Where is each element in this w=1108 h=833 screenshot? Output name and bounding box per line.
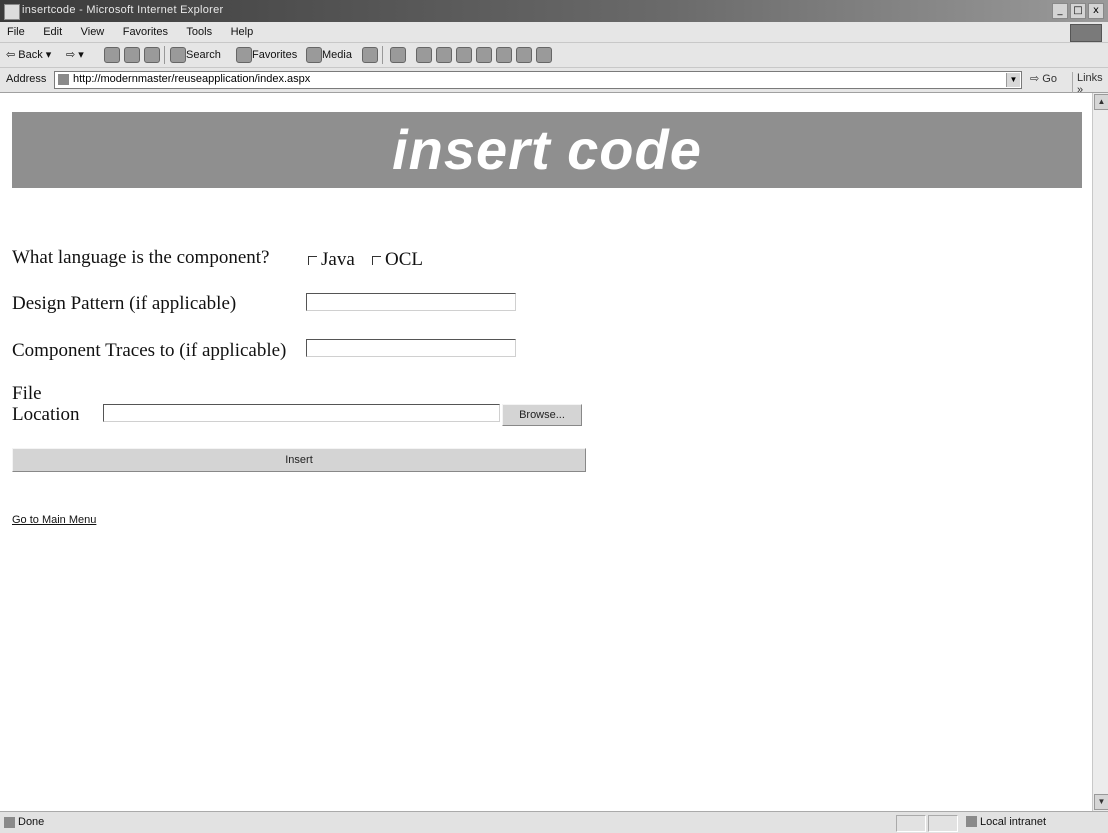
- design-pattern-label: Design Pattern (if applicable): [12, 293, 237, 314]
- ie-app-icon: [4, 4, 20, 20]
- menu-help[interactable]: Help: [224, 22, 261, 42]
- menu-view[interactable]: View: [74, 22, 112, 42]
- history-icon[interactable]: [362, 47, 378, 63]
- page-title: insert code: [392, 118, 702, 181]
- favorites-icon[interactable]: [236, 47, 252, 63]
- maximize-button[interactable]: □: [1070, 3, 1086, 19]
- toolbar: ⇦ Back ▾ ⇨ ▾ Search Favorites Media: [0, 43, 1108, 68]
- intranet-icon: [966, 816, 977, 827]
- back-button[interactable]: ⇦ Back ▾: [6, 47, 51, 63]
- component-traces-label: Component Traces to (if applicable): [12, 340, 287, 361]
- status-bar: Done Local intranet: [0, 811, 1108, 833]
- menu-tools[interactable]: Tools: [179, 22, 219, 42]
- address-bar: Address http://modernmaster/reuseapplica…: [0, 68, 1108, 96]
- status-text: Done: [18, 816, 45, 828]
- radio-java[interactable]: Java: [308, 249, 355, 271]
- discuss-icon[interactable]: [456, 47, 472, 63]
- language-question: What language is the component?: [12, 247, 270, 268]
- print-icon[interactable]: [416, 47, 432, 63]
- radio-ocl-label[interactable]: OCL: [385, 249, 423, 271]
- windows-logo-icon: [1070, 24, 1102, 42]
- security-zone-label: Local intranet: [980, 816, 1047, 828]
- toolbar-divider: [164, 46, 165, 64]
- menu-edit[interactable]: Edit: [36, 22, 69, 42]
- toolbar-divider: [382, 46, 383, 64]
- radio-ocl[interactable]: OCL: [372, 249, 423, 271]
- address-dropdown-icon[interactable]: ▼: [1006, 73, 1020, 87]
- insert-button[interactable]: Insert: [12, 448, 586, 472]
- chat-icon[interactable]: [536, 47, 552, 63]
- status-page-icon: [4, 817, 15, 828]
- go-label: Go: [1042, 73, 1057, 85]
- mail-icon[interactable]: [390, 47, 406, 63]
- close-button[interactable]: x: [1088, 3, 1104, 19]
- page-banner: insert code: [12, 112, 1082, 188]
- go-arrow-icon: ⇨: [1030, 73, 1040, 85]
- back-arrow-icon: ⇦: [6, 49, 16, 61]
- search-icon[interactable]: [170, 47, 186, 63]
- radio-java-box[interactable]: [308, 255, 317, 265]
- back-label: Back: [18, 49, 43, 61]
- design-pattern-input[interactable]: [306, 293, 516, 311]
- menu-favorites[interactable]: Favorites: [116, 22, 175, 42]
- status-pane: [928, 815, 958, 832]
- tool-icon[interactable]: [516, 47, 532, 63]
- menu-file[interactable]: File: [0, 22, 32, 42]
- scroll-up-icon[interactable]: ▲: [1094, 94, 1108, 110]
- radio-java-label[interactable]: Java: [321, 249, 355, 271]
- media-icon[interactable]: [306, 47, 322, 63]
- address-label: Address: [6, 73, 47, 85]
- main-menu-link[interactable]: Go to Main Menu: [12, 514, 96, 526]
- browse-button[interactable]: Browse...: [502, 404, 582, 426]
- status-pane: [896, 815, 926, 832]
- address-url[interactable]: http://modernmaster/reuseapplication/ind…: [73, 73, 310, 85]
- search-button[interactable]: Search: [186, 47, 221, 63]
- home-icon[interactable]: [144, 47, 160, 63]
- go-button[interactable]: ⇨ Go: [1030, 72, 1057, 85]
- vertical-scrollbar[interactable]: ▲ ▼: [1092, 93, 1108, 811]
- messenger-icon[interactable]: [496, 47, 512, 63]
- radio-ocl-box[interactable]: [372, 255, 381, 265]
- file-location-input[interactable]: [103, 404, 500, 422]
- address-input[interactable]: http://modernmaster/reuseapplication/ind…: [54, 71, 1022, 89]
- window-controls: _ □ x: [1052, 3, 1104, 19]
- refresh-icon[interactable]: [124, 47, 140, 63]
- security-zone: Local intranet: [966, 816, 1046, 828]
- favorites-button[interactable]: Favorites: [252, 47, 297, 63]
- research-icon[interactable]: [476, 47, 492, 63]
- page-icon: [58, 74, 69, 85]
- title-bar: insertcode - Microsoft Internet Explorer…: [0, 0, 1108, 22]
- window-title: insertcode - Microsoft Internet Explorer: [22, 4, 224, 16]
- media-button[interactable]: Media: [322, 47, 352, 63]
- component-traces-input[interactable]: [306, 339, 516, 357]
- forward-button[interactable]: ⇨ ▾: [66, 47, 84, 63]
- stop-icon[interactable]: [104, 47, 120, 63]
- file-label-line2: Location: [12, 404, 80, 425]
- edit-icon[interactable]: [436, 47, 452, 63]
- file-label-line1: File: [12, 383, 42, 404]
- minimize-button[interactable]: _: [1052, 3, 1068, 19]
- scroll-down-icon[interactable]: ▼: [1094, 794, 1108, 810]
- menu-bar: File Edit View Favorites Tools Help: [0, 22, 1108, 43]
- page-content: insert code What language is the compone…: [0, 93, 1092, 811]
- forward-arrow-icon: ⇨: [66, 49, 76, 61]
